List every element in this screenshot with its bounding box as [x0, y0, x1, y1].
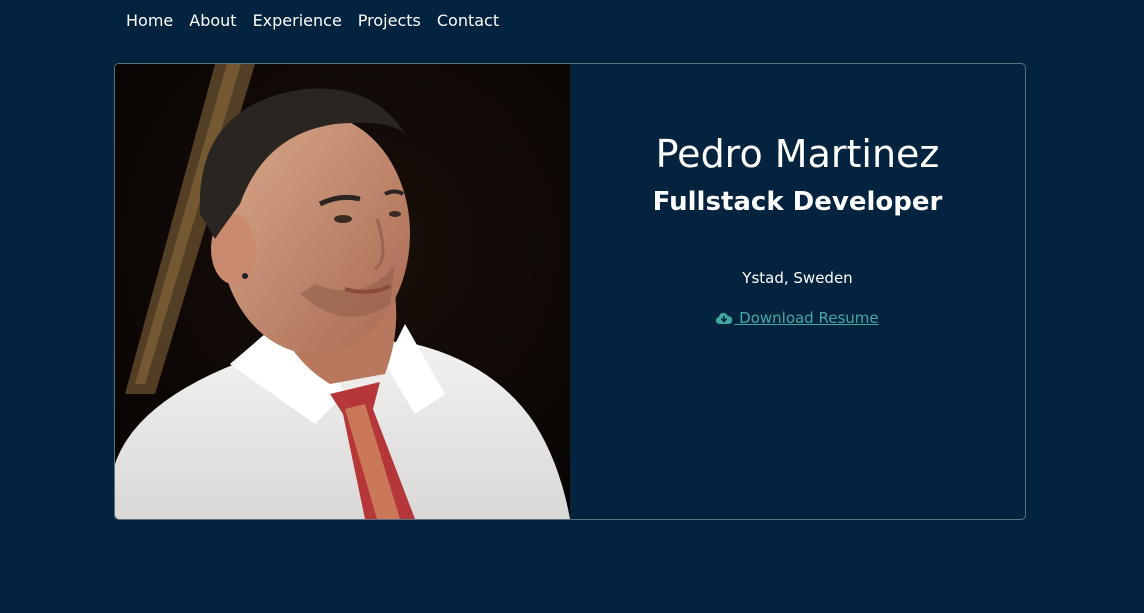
profile-location: Ystad, Sweden [742, 269, 853, 287]
profile-name: Pedro Martinez [655, 132, 940, 176]
nav-about-link[interactable]: About [189, 11, 236, 30]
nav-home-link[interactable]: Home [126, 11, 173, 30]
download-resume-label: Download Resume [734, 309, 879, 327]
profile-card: Pedro Martinez Fullstack Developer Ystad… [114, 63, 1026, 520]
main-nav: Home About Experience Projects Contact [126, 9, 515, 31]
nav-experience-link[interactable]: Experience [253, 11, 342, 30]
resume-row: Download Resume [570, 308, 1025, 330]
cloud-download-icon [716, 310, 733, 330]
profile-role: Fullstack Developer [652, 187, 943, 217]
download-resume-link[interactable]: Download Resume [716, 309, 879, 330]
profile-photo [115, 64, 570, 519]
nav-contact-link[interactable]: Contact [437, 11, 499, 30]
profile-info: Pedro Martinez Fullstack Developer Ystad… [570, 64, 1025, 519]
nav-projects-link[interactable]: Projects [358, 11, 421, 30]
